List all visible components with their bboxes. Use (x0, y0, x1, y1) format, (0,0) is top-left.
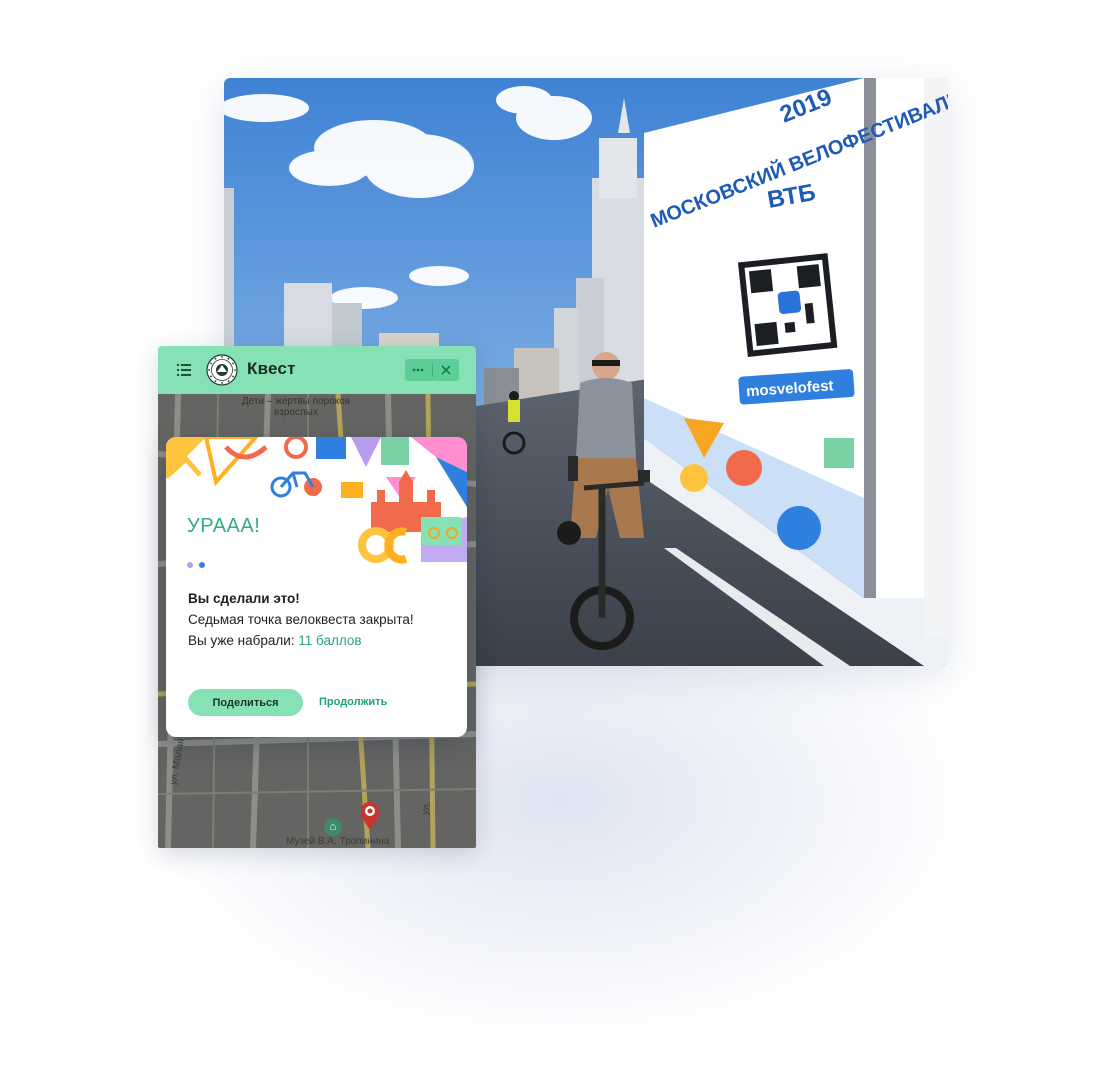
dialog-message: Вы сделали это! Седьмая точка велоквеста… (188, 588, 414, 651)
share-button[interactable]: Поделиться (188, 689, 303, 716)
pagination-dots (187, 555, 211, 573)
museum-icon[interactable]: ⌂ (324, 818, 342, 836)
pagination-dot (187, 562, 193, 568)
message-line-3: Вы уже набрали: 11 баллов (188, 630, 414, 651)
continue-link[interactable]: Продолжить (319, 696, 387, 708)
more-dots-icon[interactable] (405, 359, 432, 381)
widget-title: Квест (247, 359, 296, 378)
map-poi-label: Дети – жертвы пороков взрослых (241, 396, 351, 418)
celebration-illustration (166, 437, 467, 564)
points-value: 11 баллов (298, 633, 362, 648)
moscow-seal-logo (206, 354, 238, 386)
controls-divider (431, 363, 433, 377)
pagination-dot (199, 562, 205, 568)
dialog-title: УРААА! (187, 515, 261, 537)
close-icon[interactable] (433, 359, 460, 381)
success-dialog: УРААА! Вы сделали это! Седьмая точка вел… (166, 437, 467, 737)
map-museum-label: Музей В.А. Тропинина (286, 836, 390, 847)
points-prefix: Вы уже набрали: (188, 633, 299, 648)
widget-header: Квест (158, 346, 476, 394)
message-line-1: Вы сделали это! (188, 591, 300, 606)
window-controls (405, 359, 459, 381)
map-street-right: ул. (420, 800, 434, 816)
message-line-2: Седьмая точка велоквеста закрыта! (188, 612, 414, 627)
list-icon[interactable] (174, 360, 194, 380)
